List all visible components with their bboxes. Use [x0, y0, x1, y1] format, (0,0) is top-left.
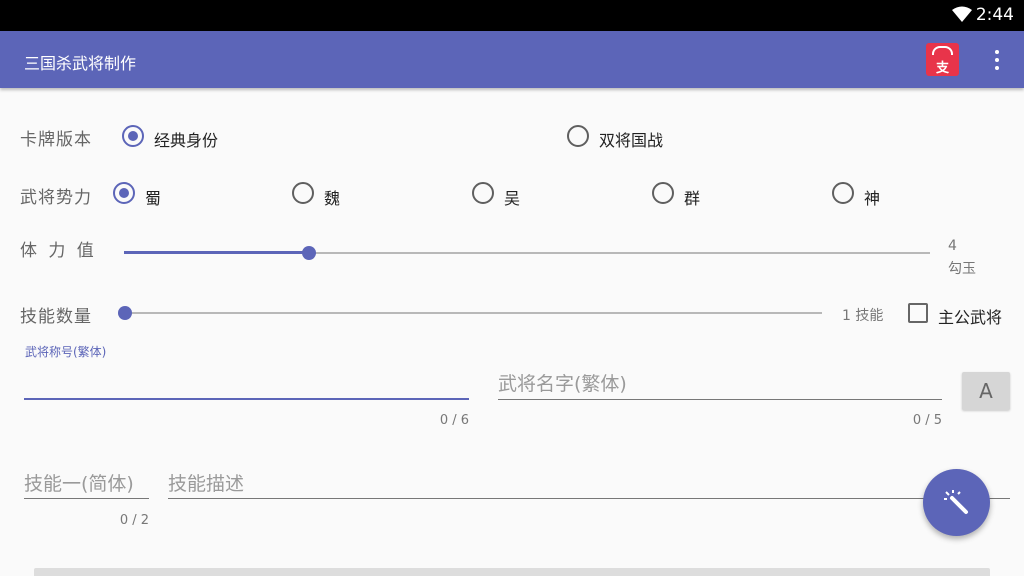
radio-dual-general[interactable] [567, 125, 589, 147]
bottom-panel-edge [34, 568, 990, 576]
radio-wu-label[interactable]: 吴 [504, 185, 520, 209]
name-input-underline [498, 399, 942, 400]
title-input-underline [24, 398, 469, 400]
radio-shu[interactable] [113, 182, 135, 204]
generate-fab[interactable] [923, 469, 990, 536]
magic-wand-icon [944, 490, 968, 514]
app-bar: 三国杀武将制作 [0, 31, 1024, 88]
card-version-label: 卡牌版本 [20, 130, 92, 150]
radio-shen-label[interactable]: 神 [864, 185, 880, 209]
radio-dual-general-label[interactable]: 双将国战 [599, 127, 663, 151]
title-counter: 0 / 6 [439, 413, 469, 428]
app-title: 三国杀武将制作 [24, 54, 137, 73]
hp-slider[interactable] [124, 238, 930, 268]
radio-shen[interactable] [832, 182, 854, 204]
status-bar: 2:44 [0, 0, 1024, 31]
skill-count-slider-track [124, 312, 822, 314]
skill-count-slider-thumb[interactable] [118, 306, 132, 320]
hp-value: 4 [948, 238, 957, 254]
faction-label: 武将势力 [20, 188, 92, 208]
radio-wu[interactable] [472, 182, 494, 204]
title-field-label: 武将称号(繁体) [25, 345, 107, 359]
more-vert-icon[interactable] [988, 47, 1006, 73]
skill1-name-underline [24, 498, 149, 499]
radio-wei[interactable] [292, 182, 314, 204]
alipay-badge-arc [932, 46, 953, 55]
skill-count-slider[interactable] [118, 298, 822, 328]
skill-count-label: 技能数量 [20, 307, 92, 327]
skill1-desc-underline [168, 498, 1010, 499]
hp-label: 体 力 值 [20, 241, 97, 261]
name-counter: 0 / 5 [912, 413, 942, 428]
name-input[interactable]: 武将名字(繁体) [498, 369, 627, 396]
title-input[interactable] [24, 360, 469, 402]
clock: 2:44 [975, 5, 1014, 25]
lord-checkbox-label[interactable]: 主公武将 [938, 304, 1002, 328]
skill-count-value: 1 技能 [842, 308, 884, 324]
radio-wei-label[interactable]: 魏 [324, 185, 340, 209]
radio-qun[interactable] [652, 182, 674, 204]
radio-classic-label[interactable]: 经典身份 [154, 127, 218, 151]
alipay-glyph: 支 [935, 61, 949, 76]
skill1-desc-input[interactable]: 技能描述 [168, 469, 244, 496]
font-button[interactable]: A [962, 372, 1010, 410]
radio-qun-label[interactable]: 群 [684, 185, 700, 209]
alipay-icon[interactable]: 支 [926, 43, 959, 76]
hp-slider-thumb[interactable] [302, 246, 316, 260]
radio-shu-label[interactable]: 蜀 [145, 185, 161, 209]
lord-checkbox[interactable] [908, 303, 928, 323]
wifi-icon [952, 6, 972, 22]
radio-classic[interactable] [122, 125, 144, 147]
hp-unit: 勾玉 [948, 261, 976, 277]
hp-slider-fill [124, 251, 309, 254]
skill1-name-input[interactable]: 技能一(简体) [24, 469, 134, 496]
skill1-name-counter: 0 / 2 [119, 513, 149, 528]
